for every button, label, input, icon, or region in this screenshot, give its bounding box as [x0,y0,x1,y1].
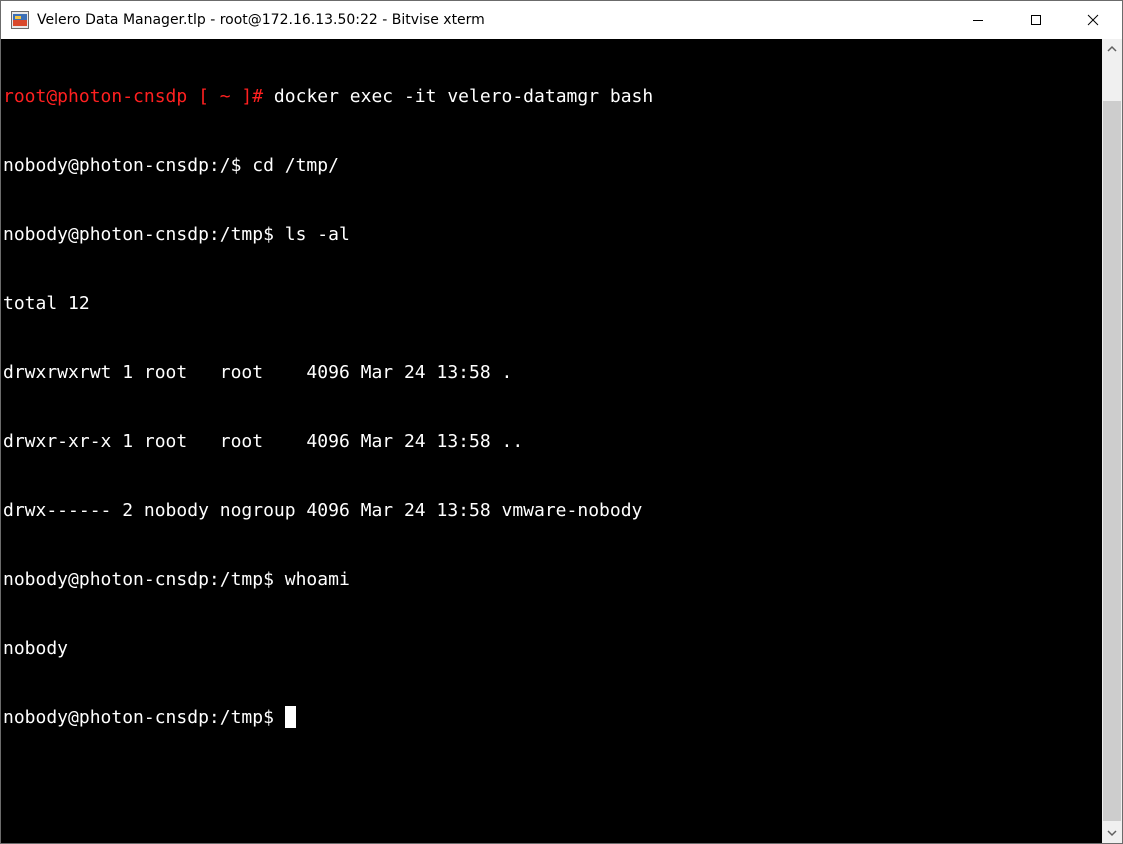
line-text: total 12 [3,293,90,314]
close-button[interactable] [1064,1,1122,39]
terminal-line: drwxr-xr-x 1 root root 4096 Mar 24 13:58… [3,430,653,453]
terminal-line: drwx------ 2 nobody nogroup 4096 Mar 24 … [3,499,653,522]
line-text: drwxr-xr-x 1 root root 4096 Mar 24 13:58… [3,431,524,452]
terminal-output[interactable]: root@photon-cnsdp [ ~ ]# docker exec -it… [1,39,1102,843]
close-icon [1087,14,1099,26]
line-text: nobody@photon-cnsdp:/tmp$ whoami [3,569,350,590]
terminal-window: Velero Data Manager.tlp - root@172.16.13… [0,0,1123,844]
title-bar[interactable]: Velero Data Manager.tlp - root@172.16.13… [1,1,1122,39]
line-text: docker exec -it velero-datamgr bash [263,86,654,107]
terminal-line: drwxrwxrwt 1 root root 4096 Mar 24 13:58… [3,361,653,384]
scroll-up-arrow-icon [1107,45,1117,52]
vertical-scrollbar[interactable] [1102,39,1122,843]
terminal-text: root@photon-cnsdp [ ~ ]# docker exec -it… [3,39,653,775]
window-title: Velero Data Manager.tlp - root@172.16.13… [37,12,485,28]
terminal-line: nobody@photon-cnsdp:/tmp$ [3,706,653,729]
terminal-line: root@photon-cnsdp [ ~ ]# docker exec -it… [3,85,653,108]
current-prompt: nobody@photon-cnsdp:/tmp$ [3,707,285,728]
terminal-line: nobody@photon-cnsdp:/$ cd /tmp/ [3,154,653,177]
terminal-line: nobody@photon-cnsdp:/tmp$ ls -al [3,223,653,246]
line-text: nobody@photon-cnsdp:/tmp$ ls -al [3,224,350,245]
scroll-down-arrow-icon [1107,830,1117,837]
line-text: nobody@photon-cnsdp:/$ cd /tmp/ [3,155,339,176]
terminal-line: nobody@photon-cnsdp:/tmp$ whoami [3,568,653,591]
text-cursor [284,706,296,728]
maximize-icon [1031,15,1041,25]
scroll-up-button[interactable] [1102,39,1122,59]
maximize-button[interactable] [1007,1,1065,39]
minimize-button[interactable] [949,1,1007,39]
root-prompt: root@photon-cnsdp [ ~ ]# [3,86,264,107]
line-text: nobody [3,638,69,659]
terminal-line: nobody [3,637,653,660]
terminal-line: total 12 [3,292,653,315]
line-text: drwx------ 2 nobody nogroup 4096 Mar 24 … [3,500,643,521]
scroll-down-button[interactable] [1102,823,1122,843]
scrollbar-thumb[interactable] [1103,101,1121,821]
bitvise-xterm-icon[interactable] [11,11,29,29]
minimize-icon [973,20,983,21]
line-text: drwxrwxrwt 1 root root 4096 Mar 24 13:58… [3,362,513,383]
